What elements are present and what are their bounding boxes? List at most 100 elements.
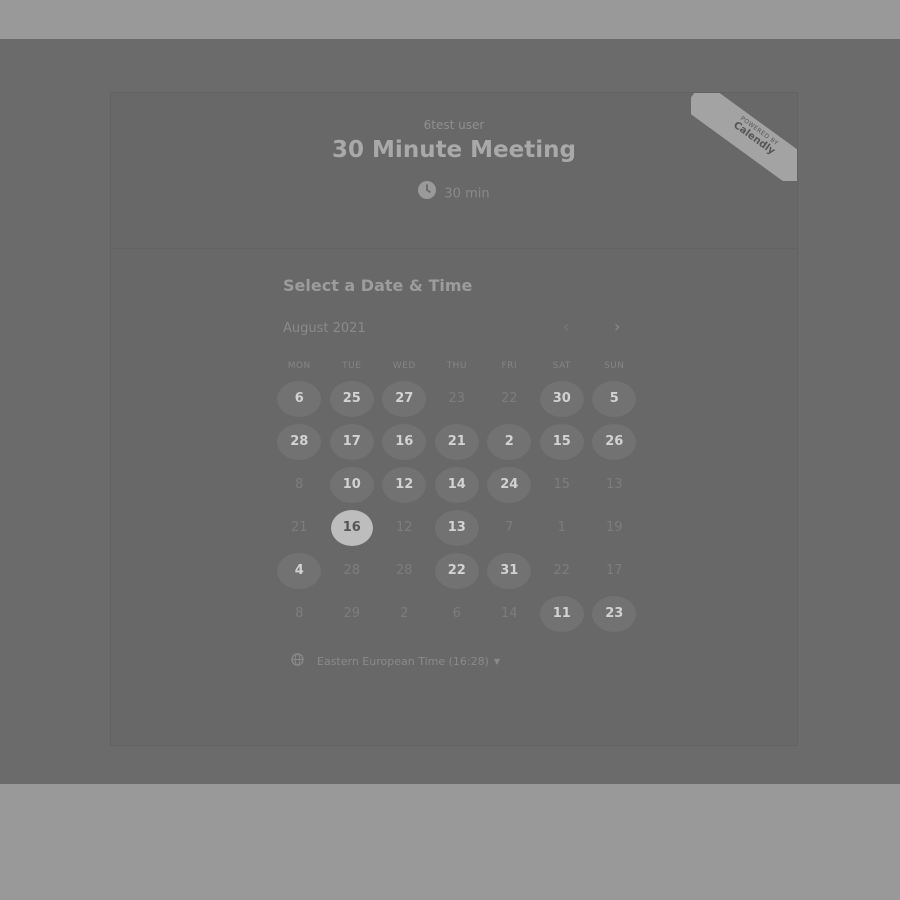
calendar-cell: 8 (273, 463, 326, 506)
calendar-week-row: 28 17 16 21 2 15 26 (273, 420, 645, 463)
calendar-cell: 6 (431, 592, 484, 635)
calendar-day-unavailable: 21 (290, 520, 308, 535)
weekday-header-row: MON TUE WED THU FRI SAT SUN (273, 361, 645, 377)
calendar-cell: 28 (326, 549, 379, 592)
calendar-cell: 17 (326, 420, 379, 463)
calendar-day-available[interactable]: 2 (487, 423, 532, 460)
calendar-day-selected[interactable]: 16 (330, 509, 373, 546)
calendar-cell: 12 (378, 463, 431, 506)
calendar-cell: 7 (483, 506, 536, 549)
calendar-day-unavailable: 28 (395, 563, 413, 578)
calendar-cell: 31 (483, 549, 536, 592)
calendar-day-available[interactable]: 27 (382, 380, 427, 417)
timezone-label: Eastern European Time (16:28) (317, 654, 489, 668)
calendar-cell: 25 (326, 377, 379, 420)
calendar-day-available[interactable]: 5 (592, 380, 637, 417)
booking-card: 6test user 30 Minute Meeting 30 min POWE… (110, 92, 798, 746)
calendar-day-available[interactable]: 23 (592, 595, 637, 632)
calendar-day-unavailable: 14 (500, 606, 518, 621)
calendar-day-unavailable: 23 (448, 391, 466, 406)
calendar-cell: 23 (431, 377, 484, 420)
calendar-cell: 11 (536, 592, 589, 635)
calendar-day-available[interactable]: 15 (539, 423, 584, 460)
calendar-cell: 23 (588, 592, 641, 635)
calendar-day-available[interactable]: 25 (329, 380, 374, 417)
calendar-cell: 14 (431, 463, 484, 506)
calendar-day-available[interactable]: 30 (539, 380, 584, 417)
calendar-week-row: 8 10 12 14 24 15 13 (273, 463, 645, 506)
calendar-cell: 15 (536, 463, 589, 506)
calendar-cell: 26 (588, 420, 641, 463)
caret-down-icon: ▼ (493, 656, 501, 666)
calendar-day-available[interactable]: 11 (539, 595, 584, 632)
calendar-day-unavailable: 2 (400, 606, 409, 621)
calendar-cell: 15 (536, 420, 589, 463)
calendar-day-unavailable: 22 (500, 391, 518, 406)
calendar-week-row: 8 29 2 6 14 11 23 (273, 592, 645, 635)
clock-icon (418, 181, 437, 203)
calendar-day-unavailable: 13 (605, 477, 623, 492)
calendar-cell: 28 (378, 549, 431, 592)
calendar-cell: 22 (483, 377, 536, 420)
calendar-weeks: 6 25 27 23 22 30 5 28 17 16 21 2 15 26 8 10 12 14 24 15 13 21… (273, 377, 645, 635)
calendar-day-available[interactable]: 10 (329, 466, 374, 503)
calendar-cell: 5 (588, 377, 641, 420)
weekday-label: THU (446, 361, 467, 371)
calendar-cell: 10 (326, 463, 379, 506)
picker-heading: Select a Date & Time (283, 276, 473, 295)
event-header: 6test user 30 Minute Meeting 30 min POWE… (111, 93, 797, 249)
badge-brand: Calendly (731, 119, 777, 158)
calendar-day-available[interactable]: 12 (382, 466, 427, 503)
calendar-cell: 27 (378, 377, 431, 420)
calendar-day-available[interactable]: 6 (277, 380, 322, 417)
calendar-day-unavailable: 22 (553, 563, 571, 578)
event-duration: 30 min (111, 181, 797, 205)
calendar-week-row: 21 16 12 13 7 1 19 (273, 506, 645, 549)
calendar-cell: 6 (273, 377, 326, 420)
calendar-day-unavailable: 15 (553, 477, 571, 492)
calendar-week-row: 6 25 27 23 22 30 5 (273, 377, 645, 420)
calendar-day-unavailable: 8 (295, 606, 304, 621)
calendar-day-available[interactable]: 31 (487, 552, 532, 589)
calendar-day-unavailable: 6 (452, 606, 461, 621)
calendar-cell: 2 (378, 592, 431, 635)
calendar-cell: 21 (273, 506, 326, 549)
calendar-cell: 8 (273, 592, 326, 635)
calendar-cell: 22 (431, 549, 484, 592)
calendar-day-available[interactable]: 16 (382, 423, 427, 460)
calendar-day-available[interactable]: 21 (434, 423, 479, 460)
calendar-grid: MON TUE WED THU FRI SAT SUN 6 25 27 23 22 30 5 28 17 16… (273, 361, 645, 635)
calendar-day-available[interactable]: 24 (487, 466, 532, 503)
calendar-day-available[interactable]: 26 (592, 423, 637, 460)
calendar-day-unavailable: 8 (295, 477, 304, 492)
calendar-cell: 30 (536, 377, 589, 420)
calendar-cell: 14 (483, 592, 536, 635)
calendar-cell: 2 (483, 420, 536, 463)
calendar-day-available[interactable]: 13 (434, 509, 479, 546)
calendar-cell: 21 (431, 420, 484, 463)
calendar-week-row: 4 28 28 22 31 22 17 (273, 549, 645, 592)
calendar-day-available[interactable]: 28 (277, 423, 322, 460)
calendar-cell: 16 (378, 420, 431, 463)
calendar-cell: 16 (326, 506, 379, 549)
month-label: August 2021 (283, 321, 366, 336)
calendar-day-unavailable: 19 (605, 520, 623, 535)
calendar-cell: 17 (588, 549, 641, 592)
calendar-day-unavailable: 17 (605, 563, 623, 578)
timezone-selector[interactable]: Eastern European Time (16:28) ▼ (291, 653, 500, 669)
chevron-left-icon[interactable]: ‹ (563, 317, 569, 336)
weekday-label: MON (287, 361, 311, 371)
calendar-cell: 28 (273, 420, 326, 463)
calendar-day-available[interactable]: 22 (434, 552, 479, 589)
calendar-cell: 1 (536, 506, 589, 549)
calendar-cell: 19 (588, 506, 641, 549)
globe-icon (291, 653, 304, 669)
powered-by-badge[interactable]: POWERED BY Calendly (691, 93, 797, 181)
calendar-day-unavailable: 29 (343, 606, 361, 621)
calendar-cell: 13 (431, 506, 484, 549)
calendar-day-available[interactable]: 4 (277, 552, 322, 589)
weekday-label: TUE (342, 361, 362, 371)
chevron-right-icon[interactable]: › (614, 317, 620, 336)
calendar-day-available[interactable]: 14 (434, 466, 479, 503)
calendar-day-available[interactable]: 17 (329, 423, 374, 460)
